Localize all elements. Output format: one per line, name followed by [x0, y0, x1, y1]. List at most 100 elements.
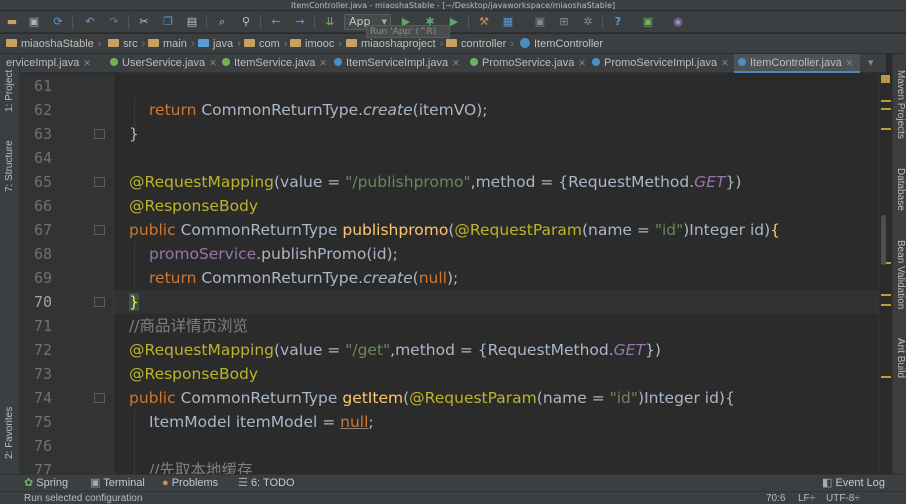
- close-icon[interactable]: ✕: [721, 58, 729, 68]
- tab-label: ItemController.java: [750, 57, 842, 69]
- toolbar-separator: [72, 15, 73, 29]
- favorites-tool-button[interactable]: 2: Favorites: [4, 407, 15, 459]
- database-tool-button[interactable]: Database: [895, 168, 906, 211]
- tool-label: Event Log: [835, 477, 886, 489]
- ant-build-tool-button[interactable]: Ant Build: [895, 338, 906, 378]
- structure-tool-button[interactable]: 7: Structure: [4, 140, 15, 192]
- toolbar-separator: [314, 15, 315, 29]
- warning-marker[interactable]: [881, 304, 891, 306]
- close-icon[interactable]: ✕: [209, 58, 217, 68]
- project-tool-button[interactable]: 1: Project: [4, 70, 15, 112]
- code-line-62: return CommonReturnType.create(itemVO);: [149, 101, 488, 119]
- fold-marker[interactable]: [94, 129, 105, 139]
- title-bar: ItemController.java - miaoshaStable - [~…: [0, 0, 906, 11]
- line-number: 69: [34, 269, 53, 287]
- warning-marker[interactable]: [881, 376, 891, 378]
- inspection-status-icon[interactable]: [881, 75, 890, 83]
- breadcrumb-item-java[interactable]: java ›: [198, 34, 241, 54]
- fold-marker[interactable]: [94, 393, 105, 403]
- undo-icon[interactable]: ↶: [82, 14, 98, 30]
- close-icon[interactable]: ✕: [319, 58, 327, 68]
- fold-marker[interactable]: [94, 225, 105, 235]
- error-stripe[interactable]: [878, 74, 892, 474]
- folder-icon: [244, 39, 255, 47]
- close-icon[interactable]: ✕: [83, 58, 91, 68]
- line-number: 63: [34, 125, 53, 143]
- find-icon[interactable]: ⌕: [214, 14, 230, 30]
- breadcrumb-label: java: [213, 38, 234, 50]
- breadcrumb-item-src[interactable]: src ›: [108, 34, 145, 54]
- run-tooltip: Run 'App' (^R): [366, 25, 450, 38]
- warning-marker[interactable]: [881, 100, 891, 102]
- save-icon[interactable]: ▣: [26, 14, 42, 30]
- event-log-tool-button[interactable]: ◧ Event Log: [822, 475, 885, 492]
- settings-icon[interactable]: ▦: [500, 14, 516, 30]
- folder-icon: [290, 39, 301, 47]
- paste-icon[interactable]: ▤: [184, 14, 200, 30]
- open-icon[interactable]: ▬: [4, 14, 20, 30]
- breadcrumb-label: miaoshaStable: [21, 38, 94, 50]
- tab-overflow-icon[interactable]: ▾: [868, 54, 886, 73]
- terminal-icon[interactable]: ▣: [640, 14, 656, 30]
- spring-tool-button[interactable]: ✿ Spring: [24, 475, 68, 492]
- tool-label: Terminal: [103, 477, 145, 489]
- tab-itemservice[interactable]: ItemService.java ✕: [222, 54, 332, 73]
- indent-guide: [134, 242, 135, 290]
- tab-itemserviceimpl[interactable]: ItemServiceImpl.java ✕: [334, 54, 466, 73]
- update-icon[interactable]: ⊞: [556, 14, 572, 30]
- sdk-icon[interactable]: ▣: [532, 14, 548, 30]
- close-icon[interactable]: ✕: [578, 58, 586, 68]
- forward-icon[interactable]: →: [292, 14, 308, 30]
- help-icon[interactable]: ?: [610, 14, 626, 30]
- breadcrumb-item-main[interactable]: main ›: [148, 34, 195, 54]
- status-bar: Run selected configuration 70:6 LF÷ UTF-…: [0, 491, 906, 504]
- redo-icon[interactable]: ↷: [106, 14, 122, 30]
- warning-marker[interactable]: [881, 294, 891, 296]
- warning-marker[interactable]: [881, 128, 891, 130]
- copy-icon[interactable]: ❐: [160, 14, 176, 30]
- build-icon[interactable]: ⇊: [322, 14, 338, 30]
- structure-icon[interactable]: ⚒: [476, 14, 492, 30]
- gear-icon[interactable]: ✲: [580, 14, 596, 30]
- code-line-72: @RequestMapping(value = "/get",method = …: [129, 341, 661, 359]
- close-icon[interactable]: ✕: [452, 58, 460, 68]
- breadcrumb-item-itemcontroller[interactable]: ItemController: [520, 34, 603, 54]
- breadcrumb-item-project[interactable]: miaoshaStable ›: [6, 34, 101, 54]
- tab-promoservice[interactable]: PromoService.java ✕: [470, 54, 588, 73]
- warning-marker[interactable]: [881, 108, 891, 110]
- breadcrumb-item-com[interactable]: com ›: [244, 34, 287, 54]
- toolbar-separator: [602, 15, 603, 29]
- sync-icon[interactable]: ⟳: [50, 14, 66, 30]
- tab-serviceimpl[interactable]: erviceImpl.java ✕: [6, 54, 96, 73]
- terminal-tool-button[interactable]: ▣ Terminal: [90, 475, 145, 492]
- breadcrumb-item-controller[interactable]: controller ›: [446, 34, 514, 54]
- replace-icon[interactable]: ⚲: [238, 14, 254, 30]
- fold-marker[interactable]: [94, 177, 105, 187]
- line-separator[interactable]: LF÷: [798, 492, 815, 504]
- cut-icon[interactable]: ✂: [136, 14, 152, 30]
- toolbar-separator: [128, 15, 129, 29]
- back-icon[interactable]: ←: [268, 14, 284, 30]
- tab-userservice[interactable]: UserService.java ✕: [110, 54, 220, 73]
- maven-projects-tool-button[interactable]: Maven Projects: [895, 70, 906, 139]
- line-number: 72: [34, 341, 53, 359]
- tab-itemcontroller[interactable]: ItemController.java ✕: [734, 54, 860, 73]
- caret-position[interactable]: 70:6: [766, 492, 785, 504]
- right-tool-strip: Maven Projects Database Bean Validation …: [892, 54, 906, 474]
- code-editor[interactable]: return CommonReturnType.create(itemVO); …: [114, 74, 878, 474]
- problems-tool-button[interactable]: ● Problems: [162, 475, 218, 492]
- fold-marker[interactable]: [94, 297, 105, 307]
- bean-validation-tool-button[interactable]: Bean Validation: [895, 240, 906, 309]
- line-number: 71: [34, 317, 53, 335]
- close-icon[interactable]: ✕: [846, 58, 854, 68]
- tab-label: ItemServiceImpl.java: [346, 57, 449, 69]
- tab-promoserviceimpl[interactable]: PromoServiceImpl.java ✕: [592, 54, 730, 73]
- file-encoding[interactable]: UTF-8÷: [826, 492, 860, 504]
- breadcrumb-item-imooc[interactable]: imooc ›: [290, 34, 342, 54]
- line-number: 73: [34, 365, 53, 383]
- todo-tool-button[interactable]: ☰ 6: TODO: [238, 475, 295, 492]
- vertical-scrollbar[interactable]: [881, 215, 886, 265]
- current-line-highlight: [114, 290, 878, 314]
- tab-label: erviceImpl.java: [6, 57, 80, 69]
- vcs-icon[interactable]: ◉: [670, 14, 686, 30]
